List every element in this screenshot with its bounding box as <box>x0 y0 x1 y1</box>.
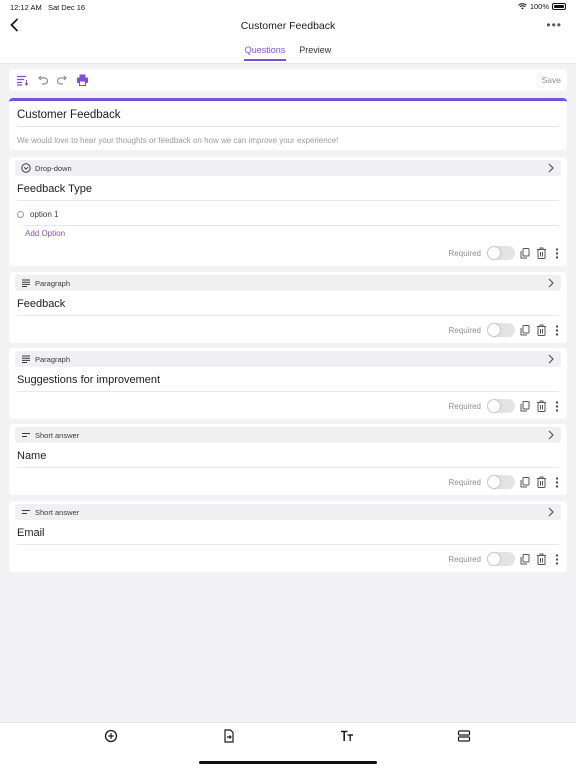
question-footer: Required <box>449 246 563 260</box>
divider <box>23 225 559 226</box>
required-toggle[interactable] <box>487 475 515 489</box>
add-circle-icon[interactable] <box>104 729 118 743</box>
print-icon[interactable] <box>75 73 89 87</box>
chevron-right-icon <box>548 430 554 440</box>
option-item[interactable]: option 1 <box>17 210 58 219</box>
question-type-selector[interactable]: Short answer <box>15 427 561 443</box>
form-header-card: Customer Feedback We would love to hear … <box>9 98 567 150</box>
divider <box>17 391 559 392</box>
chevron-right-icon <box>548 278 554 288</box>
question-type-label: Paragraph <box>35 278 71 288</box>
more-vertical-icon[interactable] <box>551 400 563 412</box>
bottom-toolbar <box>0 722 576 768</box>
question-type-label: Short answer <box>35 430 80 440</box>
more-vertical-icon[interactable] <box>551 324 563 336</box>
short-answer-lines-icon <box>21 430 31 440</box>
divider <box>17 544 559 545</box>
question-footer: Required <box>449 399 563 413</box>
question-title-input[interactable]: Name <box>17 450 46 462</box>
question-title-input[interactable]: Suggestions for improvement <box>17 374 160 386</box>
editor-toolbar: Save <box>9 69 567 91</box>
question-type-selector[interactable]: Paragraph <box>15 275 561 291</box>
paragraph-lines-icon <box>21 278 31 288</box>
short-answer-lines-icon <box>21 507 31 517</box>
section-icon[interactable] <box>457 729 471 743</box>
required-toggle[interactable] <box>487 399 515 413</box>
tab-preview[interactable]: Preview <box>298 44 332 61</box>
question-type-label: Paragraph <box>35 354 71 364</box>
question-type-selector[interactable]: Drop-down <box>15 160 561 176</box>
duplicate-icon[interactable] <box>519 476 531 488</box>
option-label: option 1 <box>30 210 59 219</box>
form-description-input[interactable]: We would love to hear your thoughts or f… <box>17 136 338 145</box>
more-vertical-icon[interactable] <box>551 247 563 259</box>
question-card-short-answer: Short answer Name Required <box>9 424 567 495</box>
question-title-input[interactable]: Email <box>17 527 45 539</box>
duplicate-icon[interactable] <box>519 324 531 336</box>
question-type-label: Short answer <box>35 507 80 517</box>
question-type-selector[interactable]: Paragraph <box>15 351 561 367</box>
duplicate-icon[interactable] <box>519 247 531 259</box>
chevron-right-icon <box>548 507 554 517</box>
tab-bar: Questions Preview <box>0 44 576 61</box>
question-type-label: Drop-down <box>35 163 72 173</box>
question-card-short-answer: Short answer Email Required <box>9 501 567 572</box>
required-label: Required <box>448 325 481 335</box>
wifi-icon <box>517 3 527 10</box>
home-indicator <box>199 761 377 764</box>
save-button[interactable]: Save <box>542 75 561 85</box>
trash-icon[interactable] <box>535 553 547 565</box>
duplicate-icon[interactable] <box>519 553 531 565</box>
chevron-right-icon <box>548 163 554 173</box>
question-type-selector[interactable]: Short answer <box>15 504 561 520</box>
more-vertical-icon[interactable] <box>551 553 563 565</box>
more-vertical-icon[interactable] <box>551 476 563 488</box>
battery-percent: 100% <box>529 2 549 11</box>
undo-icon[interactable] <box>35 73 49 87</box>
status-bar: 12:12 AM Sat Dec 16 100% <box>0 0 576 14</box>
redo-icon[interactable] <box>55 73 69 87</box>
divider <box>17 315 559 316</box>
trash-icon[interactable] <box>535 476 547 488</box>
question-title-input[interactable]: Feedback Type <box>17 183 92 195</box>
status-right: 100% <box>517 2 566 11</box>
add-option-button[interactable]: Add Option <box>25 229 65 238</box>
status-time: 12:12 AM Sat Dec 16 <box>10 3 86 12</box>
question-footer: Required <box>449 552 563 566</box>
divider <box>17 467 559 468</box>
paragraph-lines-icon <box>21 354 31 364</box>
required-toggle[interactable] <box>487 323 515 337</box>
battery-icon <box>552 3 566 10</box>
reorder-icon[interactable] <box>15 73 29 87</box>
tab-questions[interactable]: Questions <box>243 44 287 61</box>
duplicate-icon[interactable] <box>519 400 531 412</box>
radio-circle-icon <box>17 211 24 218</box>
question-footer: Required <box>449 475 563 489</box>
question-title-input[interactable]: Feedback <box>17 298 65 310</box>
question-card-paragraph: Paragraph Suggestions for improvement Re… <box>9 348 567 419</box>
required-toggle[interactable] <box>487 246 515 260</box>
required-toggle[interactable] <box>487 552 515 566</box>
trash-icon[interactable] <box>535 247 547 259</box>
trash-icon[interactable] <box>535 324 547 336</box>
navigation-bar: Customer Feedback ••• Questions Preview <box>0 14 576 64</box>
question-footer: Required <box>449 323 563 337</box>
question-card-paragraph: Paragraph Feedback Required <box>9 272 567 343</box>
form-title-input[interactable]: Customer Feedback <box>17 109 121 121</box>
ellipsis-icon[interactable]: ••• <box>546 18 562 32</box>
required-label: Required <box>448 477 481 487</box>
chevron-right-icon <box>548 354 554 364</box>
trash-icon[interactable] <box>535 400 547 412</box>
dropdown-circle-icon <box>21 163 31 173</box>
import-file-icon[interactable] <box>222 729 236 743</box>
divider <box>17 126 559 127</box>
divider <box>17 200 559 201</box>
question-card-dropdown: Drop-down Feedback Type option 1 Add Opt… <box>9 157 567 266</box>
required-label: Required <box>448 401 481 411</box>
required-label: Required <box>448 248 481 258</box>
page-title: Customer Feedback <box>240 20 336 32</box>
text-style-icon[interactable] <box>340 729 354 743</box>
required-label: Required <box>448 554 481 564</box>
